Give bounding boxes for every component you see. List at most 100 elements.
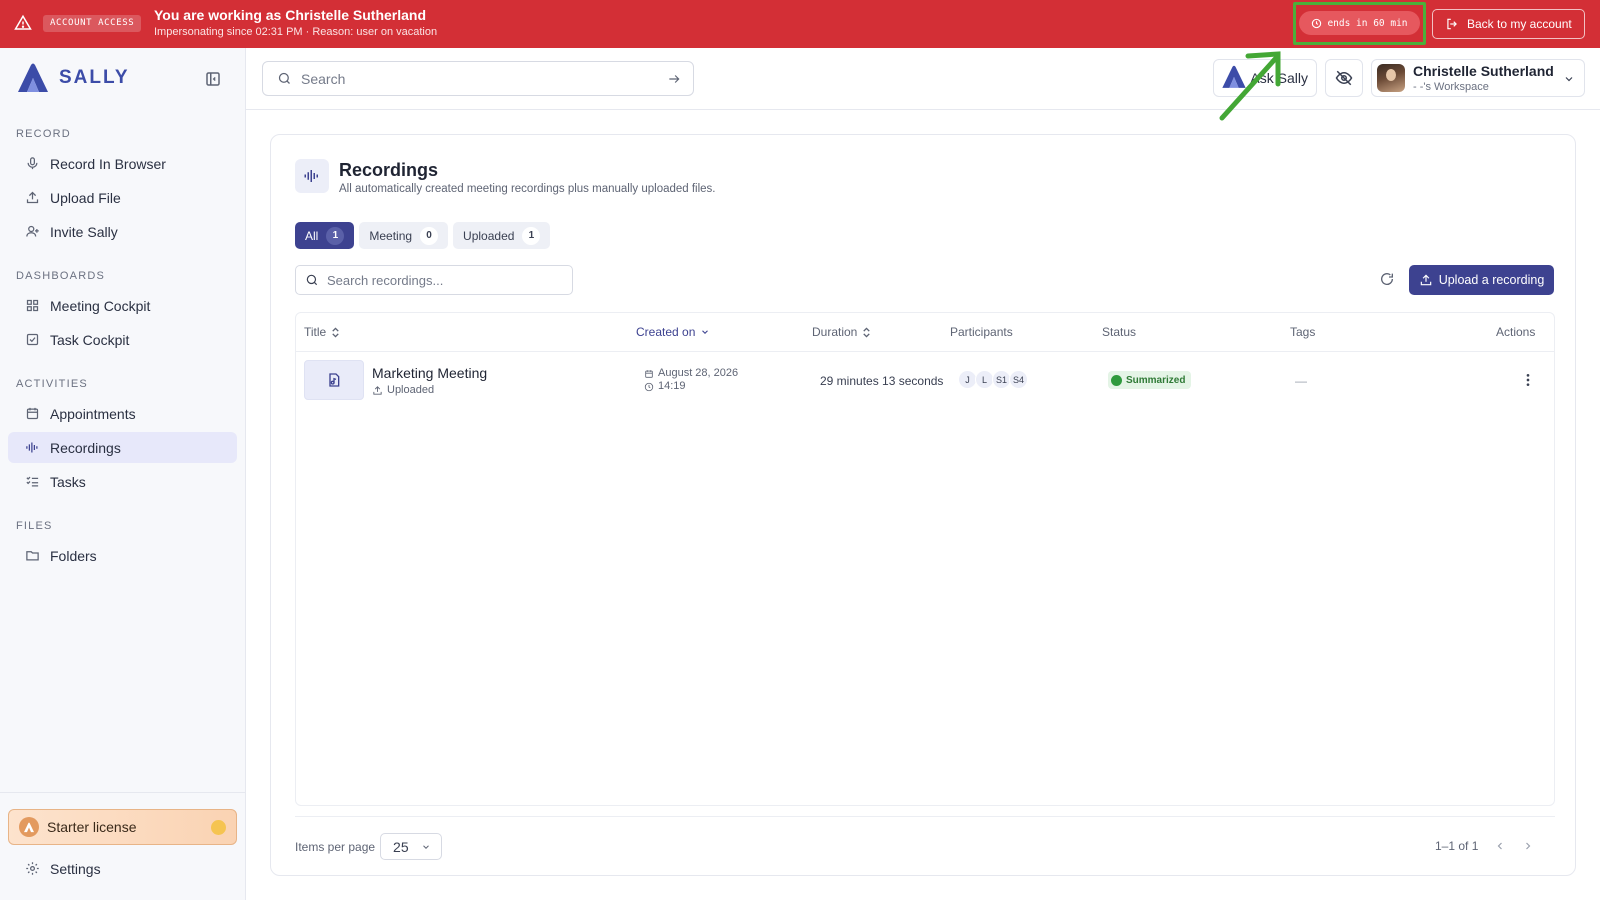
items-per-page-select[interactable]: 25: [380, 833, 443, 860]
pagination-range: 1–1 of 1: [1435, 839, 1479, 853]
user-menu-button[interactable]: Christelle Sutherland - -'s Workspace: [1371, 59, 1585, 97]
starter-license-button[interactable]: Starter license: [8, 809, 237, 845]
recordings-table: Title Created on Duration Participants S…: [295, 312, 1555, 806]
impersonation-banner: ACCOUNT ACCESS You are working as Christ…: [0, 0, 1600, 48]
sidebar-item-recordings[interactable]: Recordings: [8, 432, 237, 463]
column-label: Actions: [1496, 325, 1536, 339]
calendar-icon: [645, 369, 653, 378]
sidebar-item-record-in-browser[interactable]: Record In Browser: [8, 148, 237, 179]
more-vertical-icon[interactable]: [1520, 372, 1536, 388]
clock-icon: [1312, 18, 1322, 28]
column-header-tags: Tags: [1290, 325, 1315, 339]
eye-off-icon: [1335, 70, 1353, 86]
column-label: Tags: [1290, 325, 1316, 339]
task-list-icon: [26, 476, 39, 487]
sidebar-item-label: Recordings: [50, 439, 121, 456]
grid-icon: [26, 299, 39, 312]
column-header-title[interactable]: Title: [304, 325, 340, 339]
shield-icon: [211, 820, 226, 835]
sidebar-item-label: Task Cockpit: [50, 331, 130, 348]
column-label: Status: [1102, 325, 1137, 339]
sidebar-item-tasks[interactable]: Tasks: [8, 466, 237, 497]
page-subtitle: All automatically created meeting record…: [339, 183, 716, 195]
upload-recording-label: Upload a recording: [1438, 273, 1545, 287]
recording-time: 14:19: [658, 380, 686, 392]
calendar-icon: [26, 407, 39, 420]
sidebar: SALLY RECORD Record In Browser Upload Fi…: [0, 48, 246, 900]
recording-source: Uploaded: [372, 384, 434, 396]
back-to-account-label: Back to my account: [1467, 17, 1572, 31]
folder-icon: [26, 551, 39, 561]
upload-recording-button[interactable]: Upload a recording: [1409, 265, 1554, 295]
filter-label: Uploaded: [463, 228, 515, 243]
audio-wave-icon: [304, 170, 318, 182]
filter-tab-meeting[interactable]: Meeting 0: [359, 222, 449, 249]
annotation-arrow-icon: [1219, 51, 1281, 121]
arrow-right-icon[interactable]: [667, 72, 681, 86]
chevron-right-icon[interactable]: [1522, 840, 1534, 852]
back-to-account-button[interactable]: Back to my account: [1432, 9, 1585, 39]
recordings-search-input[interactable]: Search recordings...: [295, 265, 573, 295]
section-dashboards: DASHBOARDS: [16, 270, 106, 282]
section-record: RECORD: [16, 128, 71, 140]
column-header-duration[interactable]: Duration: [812, 325, 871, 339]
sally-logo-icon: [18, 63, 48, 92]
global-search-input[interactable]: Search: [262, 61, 694, 96]
participant-avatar: S4: [1009, 370, 1028, 389]
status-badge: Summarized: [1108, 371, 1192, 389]
filter-count: 1: [522, 226, 541, 245]
column-label: Created on: [636, 325, 696, 339]
sort-icon: [332, 326, 339, 338]
sidebar-item-appointments[interactable]: Appointments: [8, 398, 237, 429]
section-activities: ACTIVITIES: [16, 378, 88, 390]
gear-icon: [26, 862, 39, 875]
chevron-left-icon[interactable]: [1494, 840, 1506, 852]
sidebar-item-label: Folders: [50, 547, 97, 564]
column-label: Duration: [812, 325, 858, 339]
column-header-participants: Participants: [950, 325, 1013, 339]
filter-tab-all[interactable]: All 1: [295, 222, 355, 249]
logout-icon: [1447, 18, 1457, 30]
search-icon: [278, 72, 290, 84]
sidebar-item-settings[interactable]: Settings: [8, 853, 237, 884]
sidebar-item-label: Tasks: [50, 473, 86, 490]
account-access-tag: ACCOUNT ACCESS: [43, 15, 142, 32]
status-label: Summarized: [1126, 374, 1186, 386]
sidebar-item-invite-sally[interactable]: Invite Sally: [8, 216, 237, 247]
visibility-toggle-button[interactable]: [1325, 59, 1363, 97]
recordings-header-icon: [295, 159, 329, 193]
search-placeholder: Search: [301, 70, 346, 87]
license-icon: [19, 817, 39, 837]
recordings-card: Recordings All automatically created mee…: [270, 134, 1576, 876]
user-name: Christelle Sutherland: [1413, 63, 1554, 79]
table-row[interactable]: Marketing Meeting Uploaded August 28, 20…: [296, 352, 1554, 410]
recording-created-on: August 28, 2026 14:19: [644, 367, 738, 393]
filter-count: 0: [420, 226, 439, 245]
recording-title[interactable]: Marketing Meeting: [372, 365, 487, 381]
workspace-name: - -'s Workspace: [1413, 81, 1489, 93]
sidebar-item-label: Upload File: [50, 189, 121, 206]
sort-icon: [863, 326, 871, 338]
warning-icon: [14, 14, 32, 30]
checkbox-icon: [26, 333, 39, 346]
participant-avatars: J L S1 S4: [958, 370, 1028, 389]
sidebar-item-label: Settings: [50, 860, 101, 877]
audio-file-icon: [329, 373, 340, 387]
chevron-down-icon: [702, 330, 709, 335]
recording-tags: —: [1295, 374, 1307, 388]
refresh-icon[interactable]: [1379, 271, 1395, 287]
filter-count: 1: [326, 226, 345, 245]
filter-label: Meeting: [369, 228, 413, 243]
recording-date: August 28, 2026: [658, 367, 739, 379]
filter-label: All: [305, 228, 319, 243]
column-header-created-on[interactable]: Created on: [636, 325, 710, 339]
filter-tab-uploaded[interactable]: Uploaded 1: [453, 222, 551, 249]
collapse-sidebar-icon[interactable]: [204, 70, 222, 88]
sidebar-item-folders[interactable]: Folders: [8, 540, 237, 571]
sidebar-item-upload-file[interactable]: Upload File: [8, 182, 237, 213]
sidebar-item-meeting-cockpit[interactable]: Meeting Cockpit: [8, 290, 237, 321]
sally-logo[interactable]: SALLY: [15, 62, 130, 94]
sidebar-item-task-cockpit[interactable]: Task Cockpit: [8, 324, 237, 355]
avatar: [1377, 64, 1405, 92]
upload-icon: [26, 191, 39, 204]
